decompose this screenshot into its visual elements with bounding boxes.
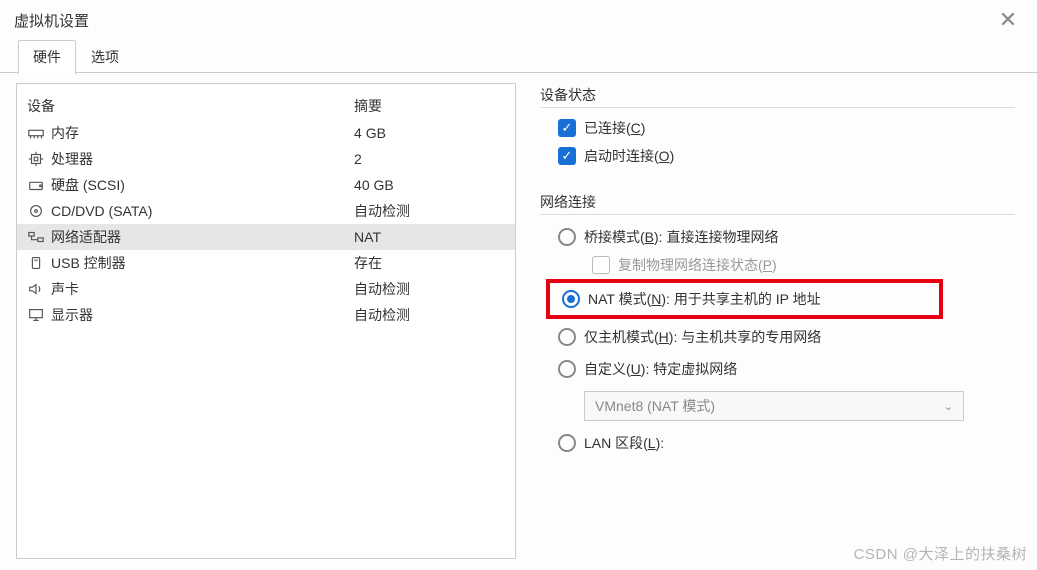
dropdown-value: VMnet8 (NAT 模式) bbox=[595, 396, 715, 416]
connected-label: 已连接(C) bbox=[584, 118, 645, 138]
radio-icon bbox=[558, 228, 576, 246]
radio-custom[interactable]: 自定义(U): 特定虚拟网络 bbox=[540, 353, 1015, 385]
watermark: CSDN @大泽上的扶桑树 bbox=[854, 543, 1027, 564]
device-row[interactable]: CD/DVD (SATA) 自动检测 bbox=[17, 198, 515, 224]
device-row[interactable]: 显示器 自动检测 bbox=[17, 302, 515, 328]
tab-hardware[interactable]: 硬件 bbox=[18, 40, 76, 74]
display-icon bbox=[27, 307, 45, 323]
device-summary: 4 GB bbox=[344, 120, 515, 146]
tab-options[interactable]: 选项 bbox=[76, 40, 134, 73]
radio-icon bbox=[558, 360, 576, 378]
sound-icon bbox=[27, 281, 45, 297]
radio-icon bbox=[558, 328, 576, 346]
device-summary: 40 GB bbox=[344, 172, 515, 198]
device-list: 设备 摘要 内存4 GB处理器2硬盘 (SCSI)40 GBCD/DVD (SA… bbox=[16, 83, 516, 559]
device-row[interactable]: 内存 4 GB bbox=[17, 120, 515, 146]
device-name: 声卡 bbox=[51, 279, 79, 299]
chevron-down-icon: ⌄ bbox=[944, 400, 953, 413]
device-row[interactable]: USB 控制器 存在 bbox=[17, 250, 515, 276]
nat-label: NAT 模式(N): 用于共享主机的 IP 地址 bbox=[588, 289, 821, 309]
hostonly-label: 仅主机模式(H): 与主机共享的专用网络 bbox=[584, 327, 821, 347]
device-summary: NAT bbox=[344, 224, 515, 250]
device-name: CD/DVD (SATA) bbox=[51, 203, 152, 219]
device-summary: 自动检测 bbox=[344, 302, 515, 328]
device-summary: 2 bbox=[344, 146, 515, 172]
dialog-title: 虚拟机设置 bbox=[14, 10, 89, 31]
net-icon bbox=[27, 229, 45, 245]
cd-icon bbox=[27, 203, 45, 219]
cpu-icon bbox=[27, 151, 45, 167]
device-name: 处理器 bbox=[51, 149, 93, 169]
nat-highlight: NAT 模式(N): 用于共享主机的 IP 地址 bbox=[546, 279, 943, 319]
bridged-label: 桥接模式(B): 直接连接物理网络 bbox=[584, 227, 778, 247]
device-name: 硬盘 (SCSI) bbox=[51, 175, 125, 195]
device-name: 内存 bbox=[51, 123, 79, 143]
device-summary: 自动检测 bbox=[344, 276, 515, 302]
device-summary: 存在 bbox=[344, 250, 515, 276]
radio-icon bbox=[562, 290, 580, 308]
custom-label: 自定义(U): 特定虚拟网络 bbox=[584, 359, 737, 379]
radio-icon bbox=[558, 434, 576, 452]
check-icon: ✓ bbox=[558, 119, 576, 137]
checkbox-connected[interactable]: ✓ 已连接(C) bbox=[540, 114, 1015, 142]
status-section-label: 设备状态 bbox=[540, 85, 1015, 108]
custom-network-dropdown: VMnet8 (NAT 模式) ⌄ bbox=[584, 391, 964, 421]
checkbox-connect-on-start[interactable]: ✓ 启动时连接(O) bbox=[540, 142, 1015, 170]
col-summary: 摘要 bbox=[344, 92, 515, 120]
device-name: 显示器 bbox=[51, 305, 93, 325]
device-name: USB 控制器 bbox=[51, 253, 126, 273]
replicate-label: 复制物理网络连接状态(P) bbox=[618, 255, 777, 275]
radio-bridged[interactable]: 桥接模式(B): 直接连接物理网络 bbox=[540, 221, 1015, 253]
radio-lan[interactable]: LAN 区段(L): bbox=[540, 427, 1015, 459]
device-row[interactable]: 声卡 自动检测 bbox=[17, 276, 515, 302]
close-icon[interactable]: ✕ bbox=[993, 7, 1023, 33]
radio-nat[interactable]: NAT 模式(N): 用于共享主机的 IP 地址 bbox=[550, 283, 939, 315]
device-row[interactable]: 处理器 2 bbox=[17, 146, 515, 172]
device-summary: 自动检测 bbox=[344, 198, 515, 224]
check-icon: ✓ bbox=[592, 256, 610, 274]
col-device: 设备 bbox=[17, 92, 344, 120]
checkbox-replicate: ✓ 复制物理网络连接状态(P) bbox=[540, 255, 1015, 275]
usb-icon bbox=[27, 255, 45, 271]
lan-label: LAN 区段(L): bbox=[584, 433, 664, 453]
device-row[interactable]: 网络适配器 NAT bbox=[17, 224, 515, 250]
network-section-label: 网络连接 bbox=[540, 192, 1015, 215]
memory-icon bbox=[27, 125, 45, 141]
connect-on-label: 启动时连接(O) bbox=[584, 146, 674, 166]
check-icon: ✓ bbox=[558, 147, 576, 165]
radio-hostonly[interactable]: 仅主机模式(H): 与主机共享的专用网络 bbox=[540, 321, 1015, 353]
device-row[interactable]: 硬盘 (SCSI) 40 GB bbox=[17, 172, 515, 198]
disk-icon bbox=[27, 177, 45, 193]
device-name: 网络适配器 bbox=[51, 227, 121, 247]
